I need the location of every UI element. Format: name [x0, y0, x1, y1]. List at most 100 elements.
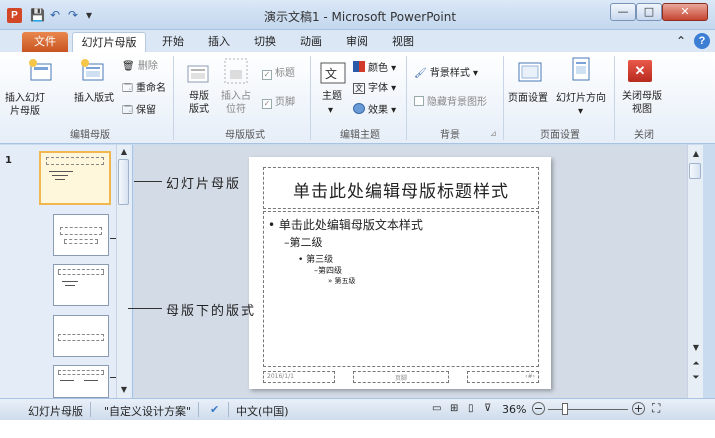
thumbnail-title-placeholder — [46, 157, 104, 165]
annotation-slide-master: 幻灯片母版 — [166, 177, 242, 192]
thumbnail-title-placeholder — [58, 269, 104, 275]
thumbnail-layout-section-header[interactable] — [53, 315, 109, 357]
text-level-5: » 第五级 — [328, 277, 356, 285]
canvas-scroll-thumb[interactable] — [689, 163, 701, 179]
help-icon[interactable]: ? — [694, 33, 710, 49]
tab-slide-master[interactable]: 幻灯片母版 — [72, 32, 146, 52]
canvas-scrollbar[interactable]: ▲ ▼ ⏶ ⏷ — [687, 145, 703, 398]
ribbon-tab-bar: 文件 幻灯片母版 开始 插入 切换 动画 审阅 视图 ⌃ ? — [0, 30, 715, 52]
tab-view[interactable]: 视图 — [380, 32, 426, 52]
thumbnail-text-line — [49, 171, 73, 172]
slide-orientation-dropdown-icon[interactable]: ▾ — [578, 105, 583, 118]
powerpoint-icon[interactable]: P — [7, 8, 22, 23]
slide-number-placeholder[interactable]: ‹#› — [467, 371, 539, 383]
title-checkbox-box: ✓ — [262, 70, 272, 80]
thumbnail-text-line — [60, 380, 74, 381]
slide-orientation-button[interactable]: 幻灯片方向 — [556, 92, 606, 105]
zoom-in-button[interactable]: + — [632, 402, 645, 415]
group-separator — [310, 56, 311, 140]
tab-review[interactable]: 审阅 — [334, 32, 380, 52]
rename-button[interactable]: 🗔 重命名 — [122, 82, 166, 95]
scroll-down-arrow-icon[interactable]: ▼ — [688, 343, 704, 352]
thumbnail-text-line — [84, 380, 98, 381]
svg-text:文: 文 — [325, 66, 337, 81]
tab-insert[interactable]: 插入 — [196, 32, 242, 52]
text-level-4: –第四级 — [314, 266, 342, 275]
status-bar: 幻灯片母版 "自定义设计方案" ✔ 中文(中国) ▭ ⊞ ▯ ⊽ 36% − +… — [0, 398, 715, 420]
save-icon[interactable]: 💾 — [30, 7, 45, 23]
annotation-master-layouts: 母版下的版式 — [166, 304, 257, 319]
master-layout-button[interactable]: 母版版式 — [186, 90, 212, 116]
thumbnail-layout-title[interactable] — [53, 214, 109, 256]
scroll-up-arrow-icon[interactable]: ▲ — [117, 147, 131, 156]
redo-icon[interactable]: ↷ — [68, 7, 78, 23]
thumbnail-layout-two-content[interactable] — [53, 365, 109, 398]
title-checkbox[interactable]: ✓ 标题 — [262, 67, 295, 80]
thumbnail-text-line — [62, 281, 78, 282]
insert-layout-button[interactable]: 插入版式 — [74, 92, 114, 105]
scroll-down-arrow-icon[interactable]: ▼ — [117, 385, 131, 394]
thumbnails-scrollbar[interactable]: ▲ ▼ — [116, 145, 130, 398]
thumbnails-scroll-thumb[interactable] — [118, 159, 129, 205]
customize-qat-icon[interactable]: ▾ — [86, 7, 92, 23]
collapse-ribbon-icon[interactable]: ⌃ — [676, 34, 686, 48]
tab-home[interactable]: 开始 — [150, 32, 196, 52]
zoom-slider-track[interactable] — [548, 409, 628, 410]
zoom-slider-thumb[interactable] — [562, 403, 568, 415]
background-styles-button[interactable]: 🖌 背景样式 ▾ — [414, 67, 478, 80]
next-slide-icon[interactable]: ⏷ — [688, 373, 704, 383]
themes-dropdown-icon[interactable]: ▾ — [328, 104, 333, 117]
slide-title-text: 单击此处编辑母版标题样式 — [293, 182, 509, 202]
background-dialog-launcher-icon[interactable]: ⊿ — [490, 127, 497, 140]
slide-sorter-icon[interactable]: ⊞ — [450, 403, 458, 414]
zoom-out-button[interactable]: − — [532, 402, 545, 415]
thumbnail-slide-master[interactable] — [39, 151, 111, 205]
slide-orientation-icon — [572, 57, 590, 81]
footer-placeholder[interactable]: 页脚 — [353, 371, 449, 383]
thumbnail-title-placeholder — [60, 227, 102, 235]
delete-button[interactable]: 🗑 删除 — [122, 60, 158, 73]
fit-to-window-icon[interactable]: ⛶ — [652, 401, 660, 416]
insert-placeholder-button[interactable]: 插入占位符 — [218, 90, 254, 116]
bottom-margin — [0, 420, 715, 438]
colors-button[interactable]: 颜色 ▾ — [353, 61, 396, 75]
effects-button[interactable]: 效果 ▾ — [353, 103, 396, 117]
scroll-up-arrow-icon[interactable]: ▲ — [688, 149, 704, 158]
minimize-button[interactable]: — — [610, 3, 636, 21]
body-text-placeholder[interactable]: • 单击此处编辑母版文本样式 –第二级 • 第三级 –第四级 » 第五级 — [263, 211, 539, 367]
zoom-level[interactable]: 36% — [502, 403, 526, 416]
thumbnail-layout-title-content[interactable] — [53, 264, 109, 306]
fonts-button[interactable]: 文字体 ▾ — [353, 82, 396, 95]
close-window-button[interactable]: ✕ — [662, 3, 708, 21]
tab-file[interactable]: 文件 — [22, 32, 68, 52]
tab-animations[interactable]: 动画 — [288, 32, 334, 52]
slideshow-icon[interactable]: ⊽ — [484, 403, 491, 414]
previous-slide-icon[interactable]: ⏶ — [688, 359, 704, 369]
text-level-2: –第二级 — [284, 236, 323, 249]
date-placeholder[interactable]: 2016/1/1 — [263, 371, 335, 383]
tab-transitions[interactable]: 切换 — [242, 32, 288, 52]
insert-slide-master-button[interactable]: 插入幻灯片母版 — [3, 92, 47, 118]
preserve-button[interactable]: 🗔 保留 — [122, 104, 156, 117]
spell-check-icon[interactable]: ✔ — [210, 403, 219, 416]
insert-slide-master-icon — [29, 59, 52, 81]
footer-checkbox[interactable]: ✓ 页脚 — [262, 96, 295, 109]
text-level-1: • 单击此处编辑母版文本样式 — [268, 218, 423, 232]
status-theme-name: "自定义设计方案" — [104, 405, 192, 418]
undo-icon[interactable]: ↶ — [50, 7, 60, 23]
hide-background-checkbox[interactable]: 隐藏背景图形 — [414, 96, 487, 109]
title-bar: P 💾 ↶ ↷ ▾ 演示文稿1 - Microsoft PowerPoint —… — [0, 0, 715, 30]
normal-view-icon[interactable]: ▭ — [432, 403, 441, 414]
maximize-button[interactable]: □ — [636, 3, 662, 21]
status-language[interactable]: 中文(中国) — [236, 403, 289, 419]
footer-text: 页脚 — [394, 375, 407, 382]
page-setup-button[interactable]: 页面设置 — [508, 92, 548, 105]
fonts-icon: 文 — [353, 83, 365, 94]
slide-thumbnails-pane: 1 ▲ ▼ — [0, 145, 133, 398]
title-placeholder[interactable]: 单击此处编辑母版标题样式 — [263, 167, 539, 209]
thumbnail-text-line — [52, 175, 68, 176]
themes-button[interactable]: 主题 — [322, 90, 342, 103]
close-master-view-button[interactable]: 关闭母版视图 — [620, 90, 664, 116]
reading-view-icon[interactable]: ▯ — [468, 403, 474, 414]
close-master-view-icon: ✕ — [628, 60, 652, 82]
